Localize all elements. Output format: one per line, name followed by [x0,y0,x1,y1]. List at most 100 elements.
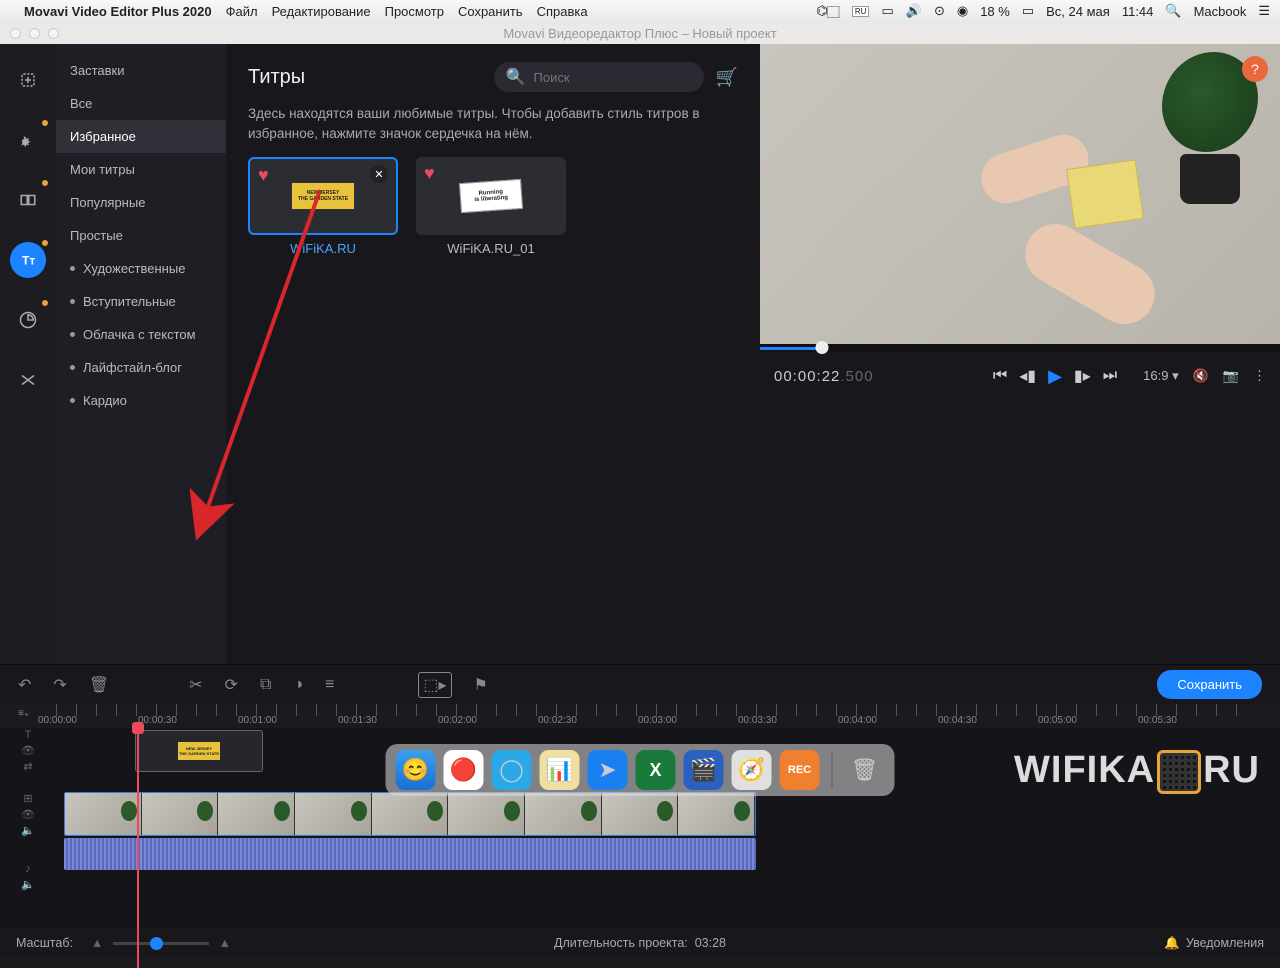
category-item[interactable]: Художественные [56,252,226,285]
category-item[interactable]: Все [56,87,226,120]
import-tab[interactable] [10,62,46,98]
skip-end-icon[interactable]: ⏭ [1103,367,1117,385]
send-icon[interactable]: ➤ [588,750,628,790]
app-name[interactable]: Movavi Video Editor Plus 2020 [24,4,212,19]
redo-icon[interactable]: ↷ [53,675,66,695]
search-icon[interactable]: 🔍 [1165,3,1181,19]
safari-icon[interactable]: 🧭 [732,750,772,790]
category-item[interactable]: Избранное [56,120,226,153]
category-item[interactable]: Вступительные [56,285,226,318]
battery-percent: 18 % [980,4,1010,19]
play-icon[interactable]: ▶ [1048,366,1062,387]
window-titlebar: Movavi Видеоредактор Плюс – Новый проект [0,22,1280,44]
menu-view[interactable]: Просмотр [385,4,444,19]
transitions-tab[interactable] [10,182,46,218]
title-clip[interactable]: NEW JERSEYTHE GARDEN STATE [135,730,263,772]
link-icon[interactable]: ⇄ [23,760,32,773]
title-thumbnail[interactable]: ♥Runningis liberatingWiFiKA.RU_01 [416,157,566,256]
rotate-icon[interactable]: ⟳ [225,675,238,695]
camera-icon[interactable]: 📷 [1223,368,1239,384]
sync-icon[interactable]: ⊙ [934,3,945,19]
numbers-icon[interactable]: 📊 [540,750,580,790]
zoom-in-icon[interactable]: ▲ [219,936,231,950]
adjust-icon[interactable]: ≡ [325,676,334,694]
save-button[interactable]: Сохранить [1157,670,1262,699]
category-item[interactable]: Популярные [56,186,226,219]
bluetooth-icon[interactable]: ⌬ [817,3,828,19]
text-track-icon[interactable]: T [25,729,32,741]
timecode: 00:00:22.500 [774,368,874,385]
battery-icon[interactable]: ▭ [1022,3,1034,19]
display-icon[interactable]: ▭ [881,3,893,19]
volume-icon[interactable]: 🔊 [906,3,922,19]
wizard-icon[interactable]: ⬚▸ [418,672,451,698]
category-item[interactable]: Лайфстайл-блог [56,351,226,384]
chrome-icon[interactable]: 🔴 [444,750,484,790]
menu-file[interactable]: Файл [226,4,258,19]
mute-icon[interactable]: 🔇 [1193,368,1209,384]
zoom-slider[interactable]: ▲▲ [91,936,231,950]
aspect-ratio[interactable]: 16:9 ▾ [1143,368,1178,384]
cart-icon[interactable]: 🛒 [716,67,738,88]
title-thumbnail[interactable]: ♥✕NEW JERSEYTHE GARDEN STATEWiFiKA.RU [248,157,398,256]
category-item[interactable]: Заставки [56,54,226,87]
cut-icon[interactable]: ✂ [189,675,202,695]
zoom-out-icon[interactable]: ▲ [91,936,103,950]
mute-track-icon[interactable]: 🔈 [21,878,35,891]
heart-icon[interactable]: ♥ [424,163,435,184]
menu-save[interactable]: Сохранить [458,4,523,19]
search-icon: 🔍 [506,67,526,87]
search-field[interactable] [534,70,692,85]
remove-icon[interactable]: ✕ [370,165,388,183]
filters-tab[interactable] [10,122,46,158]
menu-help[interactable]: Справка [537,4,588,19]
mute-track-icon[interactable]: 🔈 [21,824,35,837]
add-track-icon[interactable]: ≡₊ [18,708,29,719]
search-input[interactable]: 🔍 [494,62,704,92]
rec-icon[interactable]: REC [780,750,820,790]
notifications-button[interactable]: 🔔Уведомления [1164,936,1264,951]
crop-icon[interactable]: ⧉ [260,676,271,694]
step-back-icon[interactable]: ◂▮ [1019,366,1036,386]
playhead[interactable] [137,728,139,968]
heart-icon[interactable]: ♥ [258,165,269,186]
time[interactable]: 11:44 [1122,4,1154,19]
app-icon[interactable]: ◯ [492,750,532,790]
more-icon[interactable]: ⋮ [1253,368,1266,384]
marker-icon[interactable]: ⚑ [474,675,488,695]
panel-help-text: Здесь находятся ваши любимые титры. Чтоб… [248,104,738,143]
skip-start-icon[interactable]: ⏮ [993,367,1007,385]
category-item[interactable]: Кардио [56,384,226,417]
category-item[interactable]: Простые [56,219,226,252]
user-name[interactable]: Macbook [1194,4,1247,19]
color-icon[interactable]: ◑ [293,676,303,694]
more-tools-tab[interactable] [10,362,46,398]
status-bar: Масштаб: ▲▲ Длительность проекта: 03:28 … [0,928,1280,958]
music-track-icon[interactable]: ♪ [25,863,31,875]
titles-tab[interactable]: Tт [10,242,46,278]
video-clip[interactable] [64,792,756,836]
category-item[interactable]: Мои титры [56,153,226,186]
video-track-icon[interactable]: ⊞ [23,792,32,805]
delete-icon[interactable]: 🗑 [89,675,109,695]
finder-icon[interactable]: 😊 [396,750,436,790]
flag-icon[interactable]: RU [852,6,870,17]
step-forward-icon[interactable]: ▮▸ [1074,366,1091,386]
preview-scrubber[interactable] [760,344,1280,352]
excel-icon[interactable]: X [636,750,676,790]
wifi-icon[interactable]: ◉ [957,3,968,19]
menu-edit[interactable]: Редактирование [272,4,371,19]
video-preview[interactable]: ? [760,44,1280,344]
eye-icon[interactable]: 👁 [21,744,35,757]
undo-icon[interactable]: ↶ [18,675,31,695]
zoom-label: Масштаб: [16,936,73,950]
help-icon[interactable]: ? [1242,56,1268,82]
timeline-ruler[interactable]: ≡₊ 00:00:0000:00:3000:01:0000:01:3000:02… [0,704,1280,728]
video-icon[interactable]: 🎬 [684,750,724,790]
trash-icon[interactable]: 🗑 [845,750,885,790]
eye-icon[interactable]: 👁 [21,808,35,821]
stickers-tab[interactable] [10,302,46,338]
category-item[interactable]: Облачка с текстом [56,318,226,351]
menu-icon[interactable]: ☰ [1258,3,1270,19]
date[interactable]: Вс, 24 мая [1046,4,1110,19]
